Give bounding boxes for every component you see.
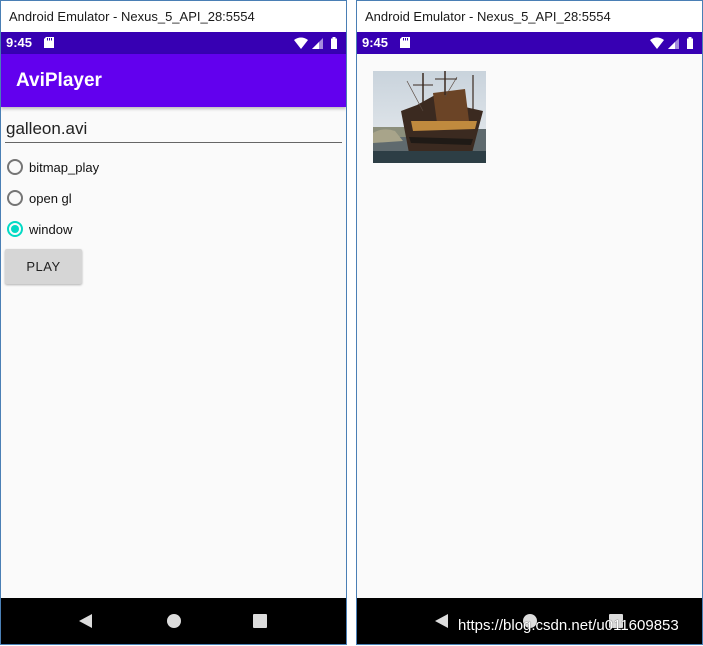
status-time: 9:45 bbox=[362, 35, 389, 50]
sd-card-icon bbox=[44, 37, 54, 48]
back-icon[interactable] bbox=[435, 614, 448, 628]
play-button[interactable]: PLAY bbox=[5, 249, 82, 284]
status-icons bbox=[294, 37, 337, 49]
status-icons bbox=[650, 37, 693, 49]
status-bar: 9:45 bbox=[1, 32, 346, 54]
filename-input[interactable] bbox=[5, 115, 342, 143]
video-surface bbox=[357, 54, 702, 598]
status-time: 9:45 bbox=[6, 35, 33, 50]
emulator-window-left: Android Emulator - Nexus_5_API_28:5554 9… bbox=[0, 0, 347, 645]
battery-icon bbox=[331, 37, 337, 49]
wifi-icon bbox=[650, 37, 664, 49]
emulator-window-right: Android Emulator - Nexus_5_API_28:5554 9… bbox=[356, 0, 703, 645]
galleon-video-frame bbox=[373, 71, 486, 163]
radio-label: open gl bbox=[29, 190, 72, 206]
signal-icon bbox=[312, 38, 323, 49]
navigation-bar bbox=[1, 598, 346, 644]
sd-card-icon bbox=[400, 37, 410, 48]
radio-button-icon bbox=[7, 190, 23, 206]
window-title: Android Emulator - Nexus_5_API_28:5554 bbox=[1, 1, 346, 32]
radio-label: window bbox=[29, 221, 73, 237]
recents-icon[interactable] bbox=[253, 614, 267, 628]
radio-bitmap-play[interactable]: bitmap_play bbox=[7, 156, 99, 178]
radio-button-icon bbox=[7, 159, 23, 175]
app-title: AviPlayer bbox=[16, 70, 102, 91]
window-title: Android Emulator - Nexus_5_API_28:5554 bbox=[357, 1, 702, 32]
radio-button-checked-icon bbox=[7, 221, 23, 237]
back-icon[interactable] bbox=[79, 614, 92, 628]
home-icon[interactable] bbox=[167, 614, 181, 628]
radio-dot bbox=[11, 225, 19, 233]
app-bar: AviPlayer bbox=[1, 54, 346, 107]
radio-window[interactable]: window bbox=[7, 218, 72, 240]
radio-open-gl[interactable]: open gl bbox=[7, 187, 72, 209]
watermark: https://blog.csdn.net/u011609853 bbox=[458, 617, 679, 634]
battery-icon bbox=[687, 37, 693, 49]
wifi-icon bbox=[294, 37, 308, 49]
signal-icon bbox=[668, 38, 679, 49]
status-bar: 9:45 bbox=[357, 32, 702, 54]
radio-label: bitmap_play bbox=[29, 159, 100, 175]
